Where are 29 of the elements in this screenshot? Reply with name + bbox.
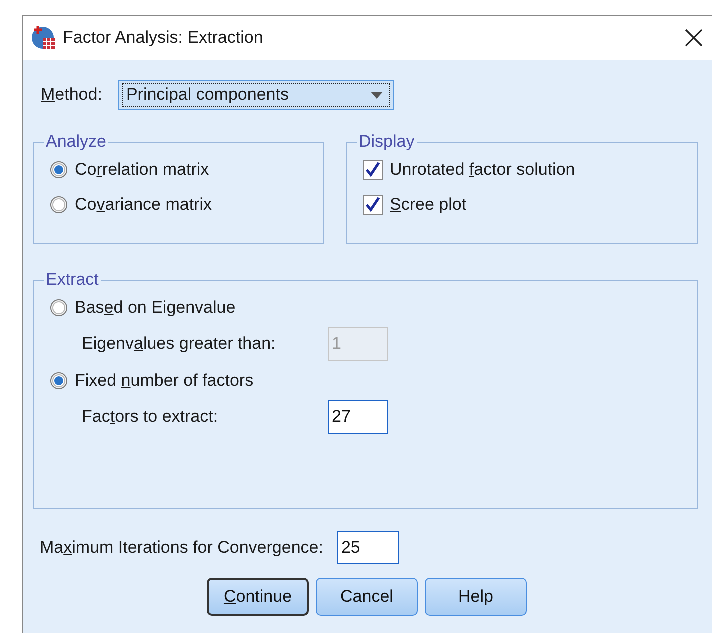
radio-button[interactable] — [50, 160, 68, 178]
option-label: Fixed number of factors — [75, 370, 254, 390]
number-field[interactable]: 27 — [328, 400, 388, 434]
radio-button[interactable] — [50, 196, 68, 214]
option-label: Unrotated factor solution — [390, 160, 576, 180]
field-label: Factors to extract: — [82, 407, 220, 427]
group-title: Analyze — [45, 132, 108, 152]
app-icon — [31, 25, 57, 51]
dialog-button[interactable]: Cancel — [316, 578, 418, 616]
method-label: Method: — [41, 85, 102, 105]
option-label: Based on Eigenvalue — [75, 298, 236, 318]
radio-button[interactable] — [50, 372, 68, 390]
checkbox[interactable] — [363, 194, 383, 214]
caret-icon — [371, 92, 384, 98]
option-label: Correlation matrix — [75, 160, 210, 180]
group-title: Display — [358, 132, 416, 152]
radio-button[interactable] — [50, 298, 68, 316]
window-title: Factor Analysis: Extraction — [63, 28, 264, 48]
iterations-field[interactable]: 25 — [337, 531, 400, 564]
option-label: Covariance matrix — [75, 194, 212, 214]
field-label: Eigenvalues greater than: — [82, 334, 277, 354]
dialog-button[interactable]: Continue — [207, 578, 309, 616]
close-icon[interactable] — [685, 29, 703, 47]
option-label: Scree plot — [390, 194, 467, 214]
group-title: Extract — [45, 270, 100, 290]
checkbox[interactable] — [363, 160, 383, 180]
method-dropdown[interactable]: Principal components — [118, 80, 394, 110]
dialog-button[interactable]: Help — [425, 578, 527, 616]
iterations-label: Maximum Iterations for Convergence: — [40, 538, 324, 558]
